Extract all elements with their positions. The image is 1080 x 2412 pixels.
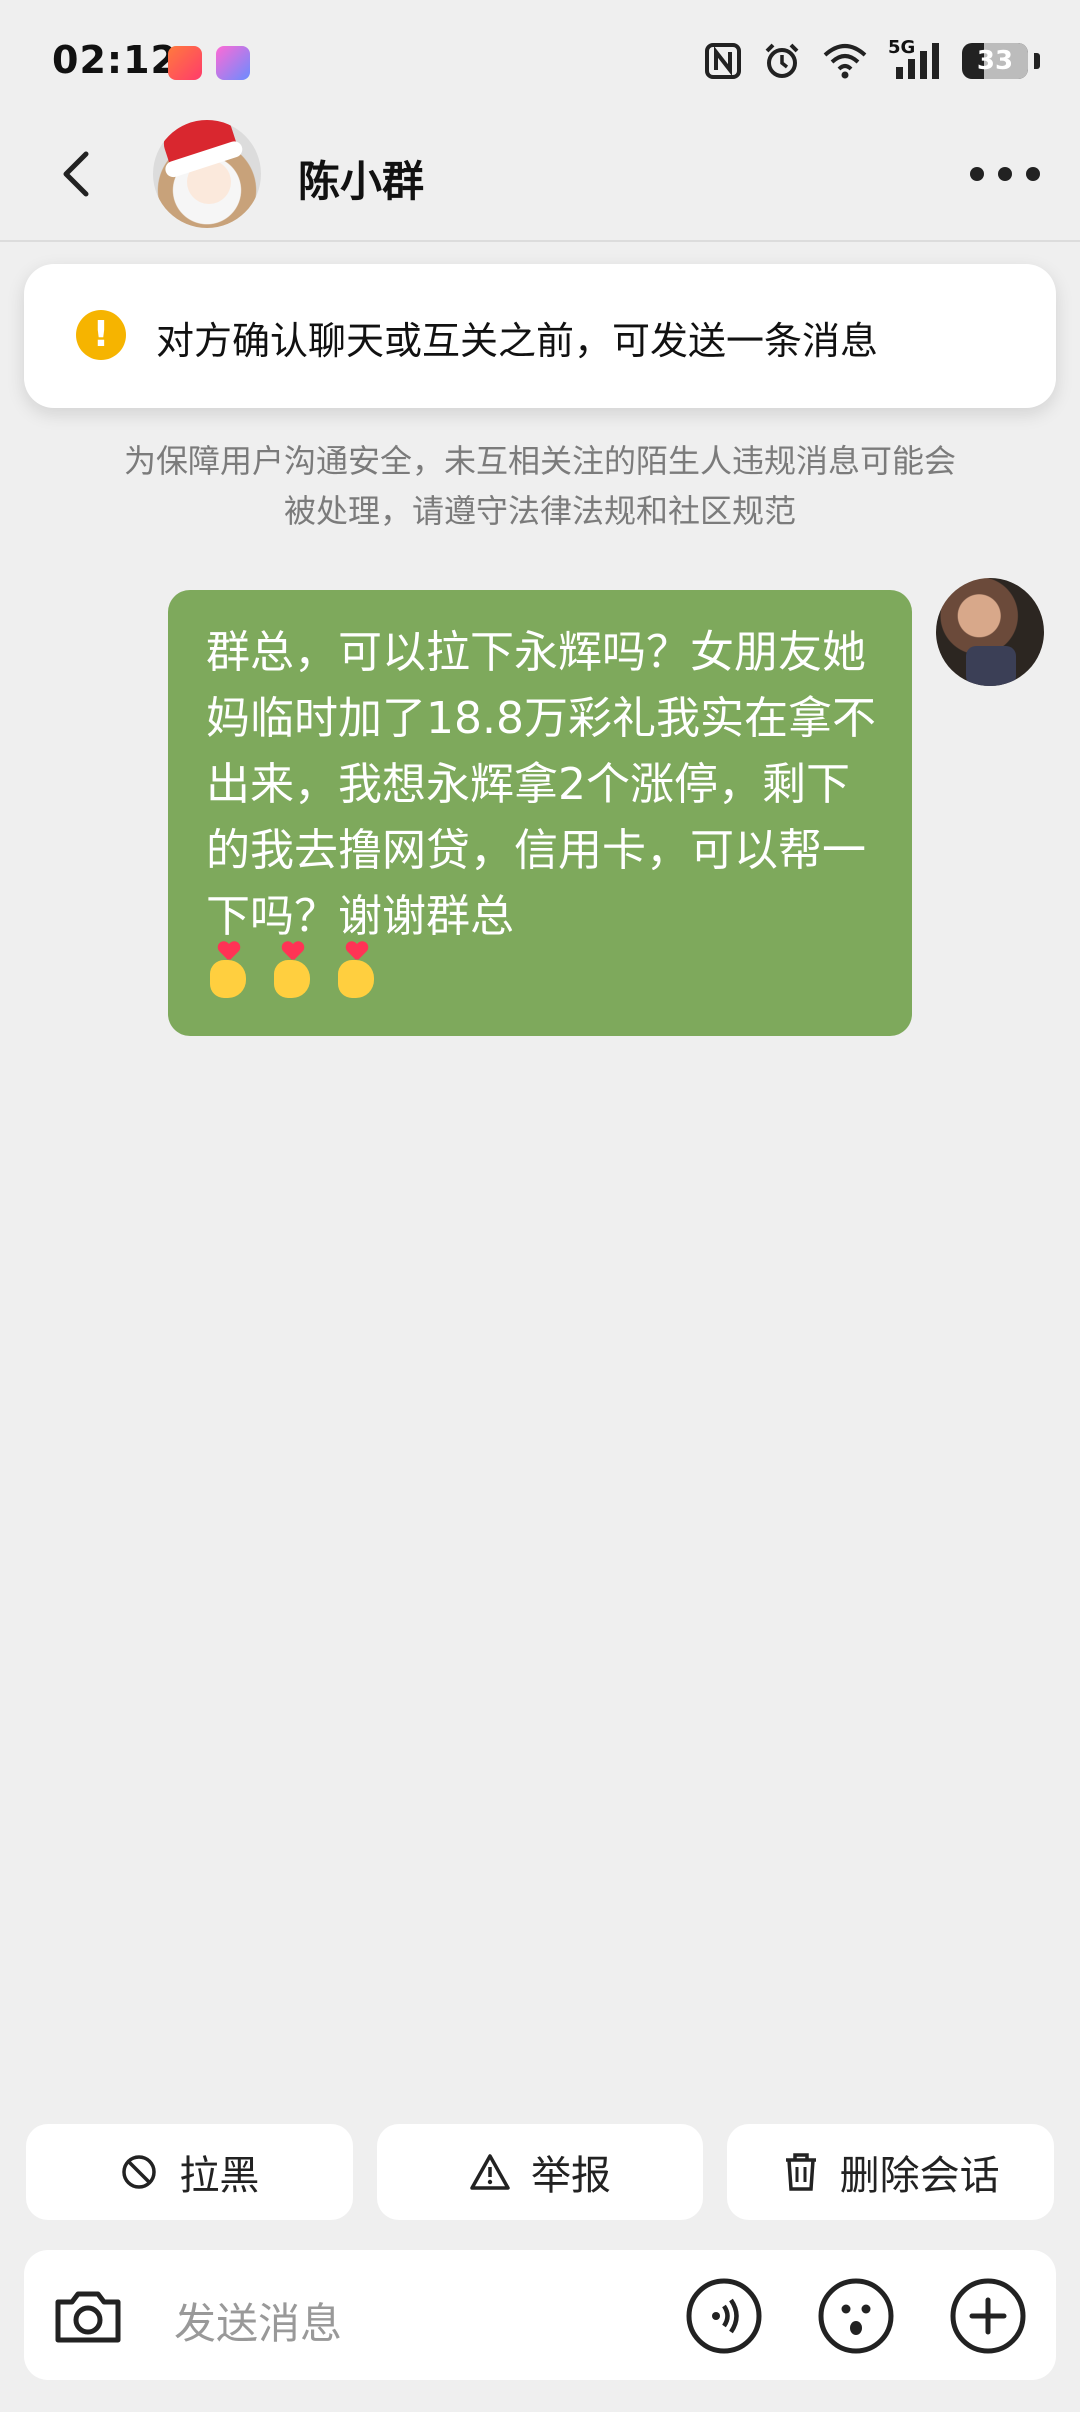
- status-time: 02:12: [52, 38, 178, 82]
- message-text: 群总，可以拉下永辉吗？女朋友她妈临时加了18.8万彩礼我实在拿不出来，我想永辉拿…: [206, 627, 876, 942]
- warning-triangle-icon: [470, 2154, 510, 2190]
- emoji-row: [206, 942, 378, 998]
- alarm-icon: [765, 43, 799, 78]
- notice-text: 对方确认聊天或互关之前，可发送一条消息: [156, 319, 879, 363]
- status-icons: 5G 33: [704, 36, 1040, 86]
- message-bubble[interactable]: 群总，可以拉下永辉吗？女朋友她妈临时加了18.8万彩礼我实在拿不出来，我想永辉拿…: [168, 590, 912, 1036]
- message-input-bar: 发送消息: [24, 2250, 1056, 2380]
- emoji-icon[interactable]: [816, 2276, 896, 2356]
- battery-cap: [1034, 53, 1040, 69]
- finger-heart-emoji: [270, 942, 314, 998]
- chevron-left-icon[interactable]: [48, 144, 108, 204]
- voice-icon[interactable]: [684, 2276, 764, 2356]
- signal-icon: 5G: [888, 37, 942, 81]
- more-dots-icon[interactable]: [970, 162, 1040, 186]
- action-bar: 拉黑 举报 删除会话: [26, 2124, 1055, 2220]
- notification-app-icon: [168, 46, 202, 80]
- report-button[interactable]: 举报: [376, 2124, 704, 2220]
- contact-avatar[interactable]: [153, 120, 261, 228]
- block-label: 拉黑: [179, 2153, 260, 2199]
- finger-heart-emoji: [334, 942, 378, 998]
- wifi-icon: [823, 44, 867, 79]
- notification-app-icon-2: [216, 46, 250, 80]
- trash-icon: [785, 2153, 816, 2191]
- message-input[interactable]: 发送消息: [174, 2290, 342, 2351]
- block-button[interactable]: 拉黑: [26, 2124, 353, 2220]
- warning-icon: !: [76, 310, 126, 360]
- battery-icon: 33: [962, 43, 1028, 79]
- battery-percent: 33: [976, 46, 1014, 76]
- plus-icon[interactable]: [948, 2276, 1028, 2356]
- contact-name[interactable]: 陈小群: [298, 148, 424, 209]
- status-bar: 02:12 5G 33: [0, 0, 1080, 120]
- chat-header: 陈小群: [0, 110, 1080, 242]
- finger-heart-emoji: [206, 942, 250, 998]
- santa-hat: [157, 120, 239, 172]
- sender-avatar[interactable]: [936, 578, 1044, 686]
- block-icon: [122, 2155, 157, 2189]
- delete-chat-label: 删除会话: [839, 2153, 1000, 2199]
- report-label: 举报: [531, 2153, 611, 2199]
- message-limit-notice: ! 对方确认聊天或互关之前，可发送一条消息: [24, 264, 1056, 408]
- safety-tip: 为保障用户沟通安全，未互相关注的陌生人违规消息可能会被处理，请遵守法律法规和社区…: [123, 442, 956, 530]
- camera-icon[interactable]: [48, 2276, 128, 2356]
- nfc-icon: [705, 43, 741, 79]
- delete-chat-button[interactable]: 删除会话: [727, 2124, 1055, 2220]
